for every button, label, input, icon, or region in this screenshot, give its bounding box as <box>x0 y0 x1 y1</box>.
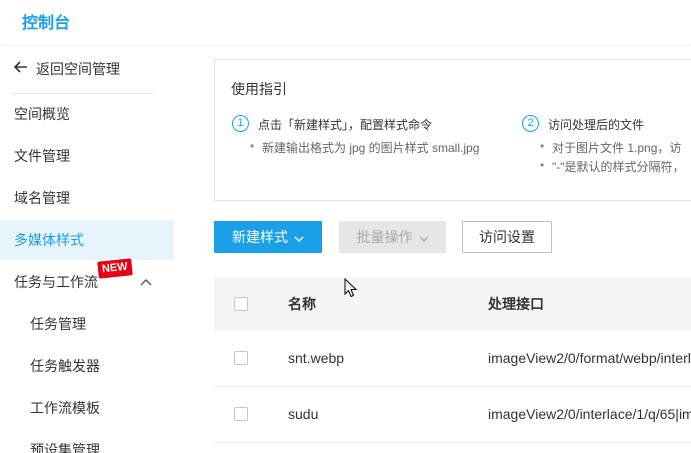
guide-title: 使用指引 <box>231 81 287 97</box>
column-header-name: 名称 <box>288 296 316 312</box>
main-content: 使用指引 1 点击「新建样式」，配置样式命令 新建输出格式为 jpg 的图片样式… <box>174 44 691 453</box>
access-settings-button[interactable]: 访问设置 <box>462 221 552 253</box>
top-header: 控制台 <box>0 0 691 44</box>
sidebar-item-overview[interactable]: 空间概览 <box>0 94 174 134</box>
column-header-processing: 处理接口 <box>488 296 544 312</box>
sidebar-item-media-styles[interactable]: 多媒体样式 <box>0 220 174 260</box>
button-label: 新建样式 <box>232 229 288 245</box>
table-row[interactable]: snt.webp imageView2/0/format/webp/interl <box>214 331 691 387</box>
processing-command: imageView2/0/interlace/1/q/65|im <box>488 406 691 422</box>
sidebar-item-label: 任务与工作流 <box>14 274 98 290</box>
sidebar-item-presets[interactable]: 预设集管理 <box>0 430 174 453</box>
sidebar-item-label: 域名管理 <box>14 190 70 206</box>
sidebar-item-label: 预设集管理 <box>30 442 100 453</box>
chevron-up-icon[interactable] <box>140 262 152 302</box>
back-to-space-link[interactable]: 返回空间管理 <box>13 59 120 79</box>
batch-operation-button[interactable]: 批量操作 <box>339 221 446 253</box>
chevron-down-icon <box>419 223 429 255</box>
sidebar-item-label: 多媒体样式 <box>14 232 84 248</box>
sidebar-item-domains[interactable]: 域名管理 <box>0 178 174 218</box>
step-bullet: 对于图片文件 1.png，访 <box>540 139 681 156</box>
chevron-down-icon <box>294 223 304 255</box>
table-header: 名称 处理接口 <box>214 277 691 331</box>
new-style-button[interactable]: 新建样式 <box>214 221 322 253</box>
step-title: 点击「新建样式」，配置样式命令 <box>258 118 433 132</box>
step-number-badge: 2 <box>522 115 539 132</box>
style-name: sudu <box>288 406 319 422</box>
table-row[interactable]: sudu imageView2/0/interlace/1/q/65|im <box>214 387 691 443</box>
sidebar-item-files[interactable]: 文件管理 <box>0 136 174 176</box>
step-number-badge: 1 <box>232 115 249 132</box>
sidebar-item-task-triggers[interactable]: 任务触发器 <box>0 346 174 386</box>
sidebar-item-label: 文件管理 <box>14 148 70 164</box>
row-checkbox[interactable] <box>234 351 248 365</box>
sidebar-item-label: 任务触发器 <box>30 358 100 374</box>
sidebar-item-label: 工作流模板 <box>30 400 100 416</box>
sidebar-item-task-management[interactable]: 任务管理 <box>0 304 174 344</box>
mouse-cursor-icon <box>344 277 358 298</box>
new-badge: NEW <box>97 258 133 279</box>
button-label: 批量操作 <box>356 229 413 245</box>
step-title: 访问处理后的文件 <box>548 118 645 132</box>
row-checkbox[interactable] <box>234 407 248 421</box>
sidebar-item-label: 任务管理 <box>30 316 86 332</box>
select-all-checkbox[interactable] <box>234 297 248 311</box>
step-bullet: 新建输出格式为 jpg 的图片样式 small.jpg <box>250 139 479 156</box>
sidebar-item-tasks-workflows[interactable]: 任务与工作流 NEW <box>0 258 174 302</box>
style-name: snt.webp <box>288 350 345 366</box>
step-bullet: "-"是默认的样式分隔符， <box>540 158 684 175</box>
sidebar: 返回空间管理 空间概览 文件管理 域名管理 多媒体样式 任务与工作流 NEW 任… <box>0 44 174 453</box>
back-label: 返回空间管理 <box>36 61 120 77</box>
console-title[interactable]: 控制台 <box>22 9 70 33</box>
processing-command: imageView2/0/format/webp/interl <box>488 350 691 366</box>
sidebar-item-label: 空间概览 <box>14 106 70 122</box>
sidebar-item-workflow-templates[interactable]: 工作流模板 <box>0 388 174 428</box>
arrow-left-icon <box>13 60 30 78</box>
usage-guide-panel: 使用指引 1 点击「新建样式」，配置样式命令 新建输出格式为 jpg 的图片样式… <box>214 59 691 201</box>
